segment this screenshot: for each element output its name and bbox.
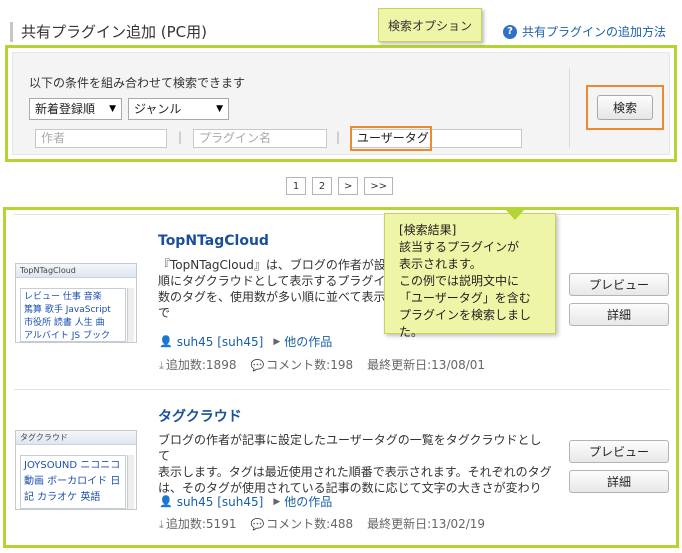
detail-button[interactable]: 詳細 <box>569 470 669 493</box>
comment-icon: 💬 <box>250 518 265 531</box>
description-line: 表示します。タグは最近使用された順番で表示されます。それぞれのタグ <box>158 465 552 479</box>
plugin-thumbnail: タグクラウド JOYSOUND ニコニコ 動画 ボーカロイド 日 記 カラオケ … <box>15 430 137 510</box>
description-line: ブログの作者が記事に設定したユーザータグの一覧をタグクラウドとして <box>158 433 542 463</box>
last-updated: 最終更新日:13/02/19 <box>367 517 486 531</box>
order-select-value: 新着登録順 <box>35 102 96 116</box>
help-link[interactable]: ? 共有プラグインの追加方法 <box>503 23 666 40</box>
plugin-thumbnail: TopNTagCloud レビュー 仕事 音楽 篤算 歌手 JavaScript… <box>15 263 137 343</box>
field-separator: | <box>178 130 183 144</box>
order-select[interactable]: 新着登録順 ▼ <box>29 98 122 120</box>
callout-line: 該当するプラグインが <box>399 240 520 254</box>
last-page-button[interactable]: >> <box>364 177 394 195</box>
search-description: 以下の条件を組み合わせて検索できます <box>29 76 246 90</box>
search-panel-highlight: 以下の条件を組み合わせて検索できます 新着登録順 ▼ ジャンル ▼ 作者 | プ… <box>5 45 677 162</box>
user-icon: 👤 <box>159 495 173 508</box>
thumbnail-title: TopNTagCloud <box>16 264 136 278</box>
triangle-right-icon: ▶ <box>273 496 281 507</box>
thumbnail-tag-cloud: レビュー 仕事 音楽 篤算 歌手 JavaScript 市役所 読書 人生 曲 … <box>20 288 126 342</box>
genre-select[interactable]: ジャンル ▼ <box>128 98 229 120</box>
plugin-stats: ⤓ 追加数:5191 💬 コメント数:488 最終更新日:13/02/19 <box>159 515 485 532</box>
thumbnail-line: アルバイト JS ブック <box>24 331 110 341</box>
dropdown-arrow-icon: ▼ <box>216 104 223 114</box>
thumbnail-line: 動画 ボーカロイド 日 <box>24 476 121 487</box>
plugin-name-input[interactable]: プラグイン名 <box>193 129 327 148</box>
pagination: 1 2 > >> <box>286 177 394 195</box>
thumbnail-tag-cloud: JOYSOUND ニコニコ 動画 ボーカロイド 日 記 カラオケ 英語 <box>20 455 126 509</box>
search-result-callout: [検索結果] 該当するプラグインが 表示されます。 この例では説明文中に 「ユー… <box>384 210 556 339</box>
user-icon: 👤 <box>159 335 173 348</box>
triangle-right-icon: ▶ <box>273 336 281 347</box>
dropdown-arrow-icon: ▼ <box>109 104 116 114</box>
thumbnail-title: タグクラウド <box>16 431 136 445</box>
results-panel: TopNTagCloud レビュー 仕事 音楽 篤算 歌手 JavaScript… <box>3 207 679 548</box>
callout-line: 「ユーザータグ」を含む <box>399 291 531 305</box>
thumbnail-line: JOYSOUND ニコニコ <box>24 460 121 471</box>
author-link[interactable]: suh45 [suh45] <box>177 495 264 509</box>
thumbnail-line: 市役所 読書 人生 曲 <box>24 318 105 328</box>
comment-count: コメント数:488 <box>266 517 354 531</box>
user-tag-highlight <box>350 126 432 151</box>
page-1-button[interactable]: 1 <box>286 177 306 195</box>
row-divider <box>14 389 670 390</box>
download-icon: ⤓ <box>159 359 164 372</box>
thumbnail-line: 篤算 歌手 JavaScript <box>24 305 111 315</box>
help-icon: ? <box>503 24 517 39</box>
comment-icon: 💬 <box>250 359 265 372</box>
last-updated: 最終更新日:13/08/01 <box>367 358 486 372</box>
page-2-button[interactable]: 2 <box>312 177 332 195</box>
plugin-title-link[interactable]: タグクラウド <box>158 406 242 426</box>
author-link[interactable]: suh45 [suh45] <box>177 335 264 349</box>
other-works-link[interactable]: 他の作品 <box>284 493 332 510</box>
author-line: 👤 suh45 [suh45] ▶ 他の作品 <box>159 333 332 350</box>
search-panel: 以下の条件を組み合わせて検索できます 新着登録順 ▼ ジャンル ▼ 作者 | プ… <box>12 52 670 155</box>
thumbnail-line: 記 カラオケ 英語 <box>24 492 101 503</box>
plugin-stats: ⤓ 追加数:1898 💬 コメント数:198 最終更新日:13/08/01 <box>159 356 485 373</box>
search-button[interactable]: 検索 <box>597 95 653 120</box>
preview-button[interactable]: プレビュー <box>569 273 669 296</box>
search-button-highlight: 検索 <box>586 85 664 130</box>
vertical-divider <box>569 68 570 148</box>
callout-line: 表示されます。 <box>399 257 482 271</box>
plugin-description: ブログの作者が記事に設定したユーザータグの一覧をタグクラウドとして 表示します。… <box>158 432 552 496</box>
callout-line: この例では説明文中に <box>399 274 520 288</box>
other-works-link[interactable]: 他の作品 <box>284 333 332 350</box>
detail-button[interactable]: 詳細 <box>569 303 669 326</box>
plugin-title-link[interactable]: TopNTagCloud <box>158 233 269 249</box>
thumbnail-line: レビュー 仕事 音楽 <box>24 292 102 302</box>
genre-select-value: ジャンル <box>134 102 182 116</box>
thumbnail-scrollbar <box>127 288 134 342</box>
added-count: 追加数:1898 <box>165 358 237 372</box>
callout-line: プラグインを検索しました。 <box>399 308 532 339</box>
preview-button[interactable]: プレビュー <box>569 440 669 463</box>
added-count: 追加数:5191 <box>165 517 237 531</box>
comment-count: コメント数:198 <box>266 358 354 372</box>
author-line: 👤 suh45 [suh45] ▶ 他の作品 <box>159 493 332 510</box>
help-link-label: 共有プラグインの追加方法 <box>522 25 667 39</box>
thumbnail-scrollbar <box>127 455 134 509</box>
callout-pointer <box>506 210 524 220</box>
download-icon: ⤓ <box>159 518 164 531</box>
callout-line: [検索結果] <box>399 223 457 237</box>
row-divider <box>14 214 670 215</box>
author-input[interactable]: 作者 <box>35 129 167 148</box>
page-title: 共有プラグイン追加 (PC用) <box>10 22 207 42</box>
field-separator: | <box>336 130 341 144</box>
search-option-callout: 検索オプション <box>378 8 482 42</box>
next-page-button[interactable]: > <box>338 177 359 195</box>
